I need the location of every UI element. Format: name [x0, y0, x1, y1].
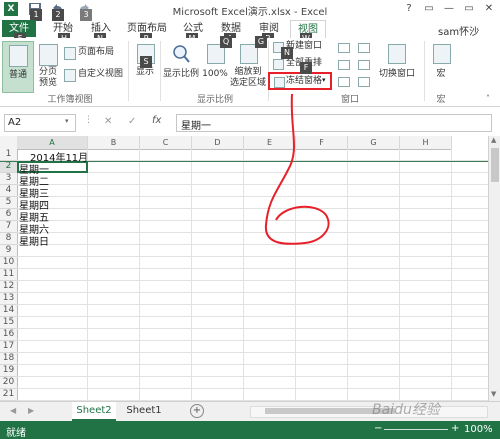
status-bar: 就绪 Baidu经验 − + 100%: [0, 402, 500, 439]
zoom-plus-icon[interactable]: +: [451, 423, 459, 434]
sheet-next-icon[interactable]: ▶: [28, 406, 34, 415]
sheet-tab-sheet2[interactable]: Sheet2: [72, 402, 116, 421]
watermark: Baidu经验: [372, 402, 440, 418]
add-sheet-icon[interactable]: +: [190, 404, 204, 418]
annotation-red-scribble: [264, 93, 330, 245]
zoom-level[interactable]: 100%: [464, 424, 493, 435]
sheet-tab-sheet1[interactable]: Sheet1: [122, 402, 166, 420]
status-ready: 就绪: [6, 428, 26, 439]
sheet-prev-icon[interactable]: ◀: [10, 406, 16, 415]
horizontal-scrollbar[interactable]: [250, 406, 488, 418]
zoom-slider[interactable]: [384, 429, 448, 430]
zoom-minus-icon[interactable]: −: [374, 423, 382, 434]
